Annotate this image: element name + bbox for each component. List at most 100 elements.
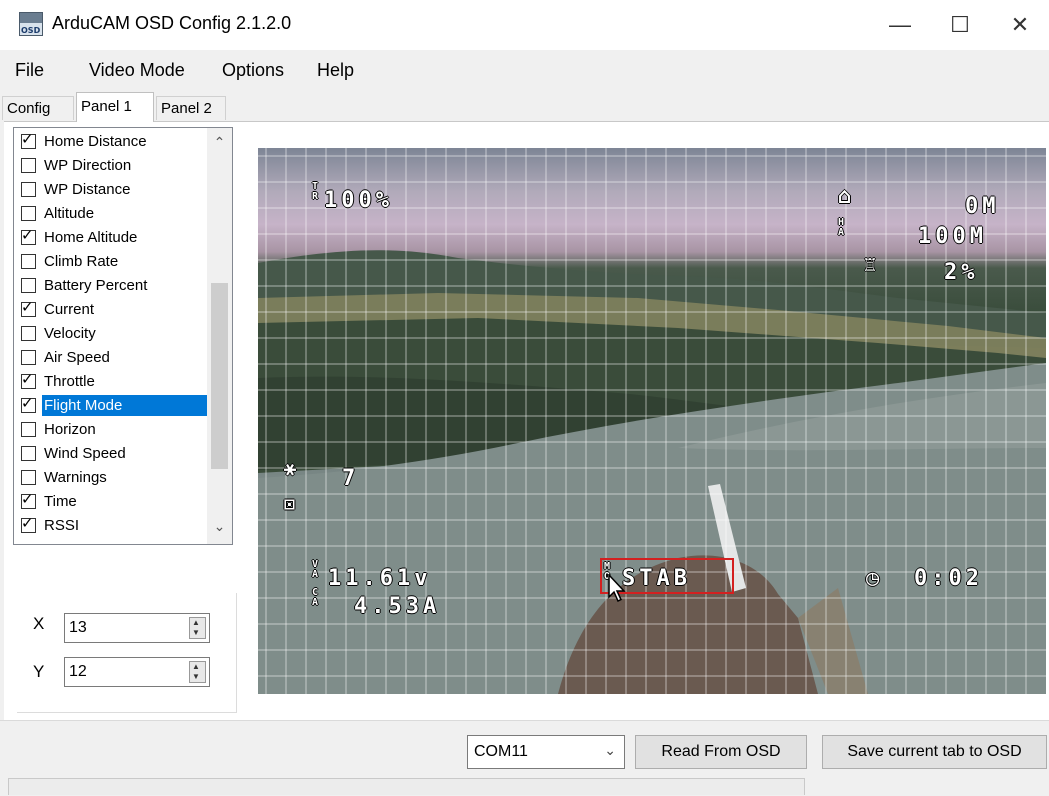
checkbox-checked[interactable]: ✓	[21, 130, 36, 149]
osd-current[interactable]: 4.53A	[354, 594, 440, 619]
close-button[interactable]: ✕	[990, 0, 1049, 50]
checkbox-checked[interactable]: ✓	[21, 514, 36, 533]
checkbox-checked[interactable]: ✓	[21, 298, 36, 317]
list-item-label[interactable]: Time	[42, 491, 210, 512]
list-item-label[interactable]: Home Distance	[42, 131, 210, 152]
y-value[interactable]: 12	[69, 663, 87, 681]
x-spin-buttons[interactable]: ▲ ▼	[189, 617, 206, 639]
checkbox-checked[interactable]: ✓	[21, 370, 36, 389]
list-item-label[interactable]: Home Altitude	[42, 227, 210, 248]
osd-throttle[interactable]: 100%	[324, 188, 393, 213]
home-icon[interactable]: ⌂	[838, 184, 851, 209]
list-item-label[interactable]: Throttle	[42, 371, 210, 392]
list-item-label[interactable]: Velocity	[42, 323, 210, 344]
checkbox-unchecked[interactable]	[21, 470, 36, 485]
checkbox-unchecked[interactable]	[21, 446, 36, 461]
list-item[interactable]: Velocity	[16, 322, 211, 346]
osd-time[interactable]: 0:02	[914, 566, 983, 591]
tab-panel-2[interactable]: Panel 2	[156, 96, 226, 120]
x-value[interactable]: 13	[69, 619, 87, 637]
checkbox-checked[interactable]: ✓	[21, 490, 36, 509]
list-item[interactable]: ✓ Home Distance	[16, 130, 211, 154]
clock-icon[interactable]: ◷	[866, 566, 879, 591]
list-item-label[interactable]: WP Distance	[42, 179, 210, 200]
checkbox-unchecked[interactable]	[21, 326, 36, 341]
list-item-label[interactable]: Climb Rate	[42, 251, 210, 272]
checkbox-checked[interactable]: ✓	[21, 226, 36, 245]
list-item[interactable]: Wind Speed	[16, 442, 211, 466]
list-item-label[interactable]: Air Speed	[42, 347, 210, 368]
osd-sats[interactable]: 7	[342, 466, 359, 491]
save-tab-to-osd-button[interactable]: Save current tab to OSD	[822, 735, 1047, 769]
tab-config[interactable]: Config	[2, 96, 74, 120]
list-item[interactable]: ✓ Home Altitude	[16, 226, 211, 250]
list-item-label[interactable]: Battery Percent	[42, 275, 210, 296]
checkbox-unchecked[interactable]	[21, 278, 36, 293]
menu-options[interactable]: Options	[222, 60, 284, 81]
list-item[interactable]: ✓ Throttle	[16, 370, 211, 394]
list-item[interactable]: WP Distance	[16, 178, 211, 202]
osd-rssi[interactable]: 2%	[944, 260, 979, 285]
checkbox-unchecked[interactable]	[21, 254, 36, 269]
list-item-label[interactable]: WP Direction	[42, 155, 210, 176]
list-item[interactable]: Air Speed	[16, 346, 211, 370]
checkbox-checked[interactable]: ✓	[21, 394, 36, 413]
checkbox-unchecked[interactable]	[21, 182, 36, 197]
list-item[interactable]: ✓ RSSI	[16, 514, 211, 538]
x-stepper[interactable]: 13 ▲ ▼	[64, 613, 210, 643]
battery-icon[interactable]: V A	[312, 560, 318, 580]
rssi-icon[interactable]: ♖	[864, 252, 876, 276]
spin-down-icon[interactable]: ▼	[192, 629, 200, 637]
osd-preview[interactable]: T R 100% ⌂ 0M H A 100M ♖ 2% ⚹ 7 ⊡ V A 11…	[258, 148, 1046, 694]
menu-help[interactable]: Help	[317, 60, 354, 81]
current-icon[interactable]: C A	[312, 588, 318, 608]
osd-flight-mode[interactable]: STAB	[622, 566, 691, 591]
spin-up-icon[interactable]: ▲	[192, 619, 200, 627]
y-spin-buttons[interactable]: ▲ ▼	[189, 661, 206, 683]
list-item[interactable]: Warnings	[16, 466, 211, 490]
osd-home-distance[interactable]: 0M	[965, 194, 1000, 219]
list-item-label[interactable]: Warnings	[42, 467, 210, 488]
checkbox-unchecked[interactable]	[21, 422, 36, 437]
tab-panel-1[interactable]: Panel 1	[76, 92, 154, 122]
list-item[interactable]: Battery Percent	[16, 274, 211, 298]
menu-file[interactable]: File	[15, 60, 44, 81]
minimize-button[interactable]: —	[870, 0, 930, 50]
com-port-value[interactable]: COM11	[474, 743, 528, 761]
list-item[interactable]: Altitude	[16, 202, 211, 226]
checkbox-unchecked[interactable]	[21, 350, 36, 365]
menu-video-mode[interactable]: Video Mode	[89, 60, 185, 81]
list-item[interactable]: ✓ Time	[16, 490, 211, 514]
scrollbar-thumb[interactable]	[211, 283, 228, 469]
checkbox-unchecked[interactable]	[21, 206, 36, 221]
list-item[interactable]: ✓ Current	[16, 298, 211, 322]
scroll-down-icon[interactable]: ⌄	[207, 518, 232, 535]
list-item[interactable]: ✓ Flight Mode	[16, 394, 211, 418]
list-item-label[interactable]: Wind Speed	[42, 443, 210, 464]
satellite-icon[interactable]: ⚹	[284, 456, 296, 480]
read-from-osd-button[interactable]: Read From OSD	[635, 735, 807, 769]
throttle-icon[interactable]: T R	[312, 182, 318, 202]
checkbox-unchecked[interactable]	[21, 158, 36, 173]
spin-up-icon[interactable]: ▲	[192, 663, 200, 671]
list-item[interactable]: WP Direction	[16, 154, 211, 178]
list-item-label[interactable]: Altitude	[42, 203, 210, 224]
osd-home-altitude[interactable]: 100M	[918, 224, 987, 249]
list-item-label[interactable]: Current	[42, 299, 210, 320]
spin-down-icon[interactable]: ▼	[192, 673, 200, 681]
com-port-select[interactable]: COM11 ⌄	[467, 735, 625, 769]
list-item-label[interactable]: Flight Mode	[42, 395, 210, 416]
list-item[interactable]: Climb Rate	[16, 250, 211, 274]
chevron-down-icon[interactable]: ⌄	[604, 742, 616, 759]
list-item-label[interactable]: RSSI	[42, 515, 210, 536]
scroll-up-icon[interactable]: ⌃	[207, 134, 232, 151]
osd-voltage[interactable]: 11.61v	[328, 566, 431, 591]
list-item[interactable]: Horizon	[16, 418, 211, 442]
osd-item-list[interactable]: ✓ Home Distance WP Direction WP Distance Alt…	[13, 127, 233, 545]
list-scrollbar[interactable]: ⌃ ⌄	[207, 128, 232, 544]
home-altitude-icon[interactable]: H A	[838, 218, 844, 238]
list-item-label[interactable]: Horizon	[42, 419, 210, 440]
y-stepper[interactable]: 12 ▲ ▼	[64, 657, 210, 687]
maximize-button[interactable]: ☐	[930, 0, 990, 50]
gps-lock-icon[interactable]: ⊡	[284, 494, 295, 515]
